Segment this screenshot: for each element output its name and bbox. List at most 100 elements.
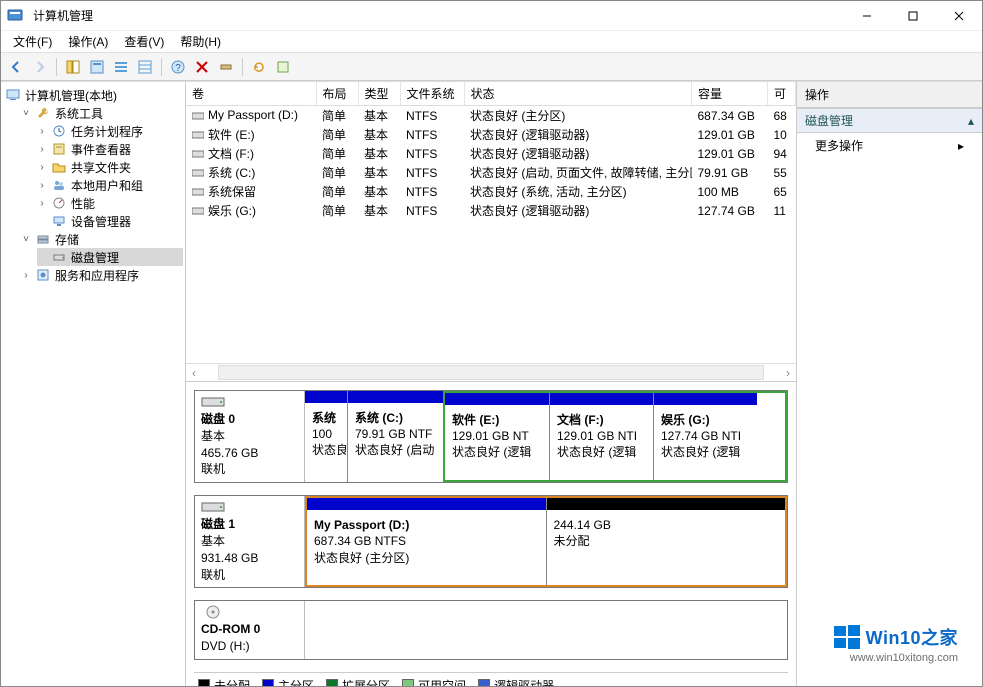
actions-section[interactable]: 磁盘管理 ▴ (797, 108, 982, 133)
vol-name: 系统保留 (208, 183, 256, 200)
menu-view[interactable]: 查看(V) (116, 31, 172, 52)
col-volume[interactable]: 卷 (186, 82, 316, 106)
help-button[interactable]: ? (167, 56, 189, 78)
disk-1-row[interactable]: 磁盘 1 基本 931.48 GB 联机 My Passport (D:)687… (194, 495, 788, 588)
storage-icon (35, 231, 51, 247)
col-status[interactable]: 状态 (464, 82, 692, 106)
volume-table[interactable]: 卷 布局 类型 文件系统 状态 容量 可 My Passport (D:)简单基… (186, 82, 796, 220)
vol-type: 基本 (358, 144, 400, 163)
expand-icon[interactable]: › (37, 198, 47, 208)
legend-unalloc: 未分配 (214, 677, 250, 686)
maximize-button[interactable] (890, 1, 936, 31)
menu-action[interactable]: 操作(A) (60, 31, 116, 52)
expand-icon[interactable]: › (21, 270, 31, 280)
partition[interactable]: My Passport (D:)687.34 GB NTFS状态良好 (主分区) (307, 498, 546, 585)
tree-root-label: 计算机管理(本地) (25, 87, 117, 104)
vol-status: 状态良好 (逻辑驱动器) (464, 144, 692, 163)
vol-free: 94 (768, 144, 796, 163)
refresh-button[interactable] (248, 56, 270, 78)
disk-graphical-pane[interactable]: 磁盘 0 基本 465.76 GB 联机 系统100状态良系统 (C:)79.9… (186, 382, 796, 686)
table-row[interactable]: 系统保留简单基本NTFS状态良好 (系统, 活动, 主分区)100 MB65 (186, 182, 796, 201)
tree-label: 服务和应用程序 (55, 267, 139, 284)
vol-fs: NTFS (400, 144, 464, 163)
tree-pane[interactable]: 计算机管理(本地) ˅ 系统工具 › 任务计划程序 (1, 82, 186, 686)
legend-primary: 主分区 (278, 677, 314, 686)
tree-task-scheduler[interactable]: › 任务计划程序 (37, 122, 183, 140)
nav-forward-button[interactable] (29, 56, 51, 78)
actions-pane: 操作 磁盘管理 ▴ 更多操作 ▸ (797, 82, 982, 686)
tree-device-manager[interactable]: 设备管理器 (37, 212, 183, 230)
show-hide-tree-button[interactable] (62, 56, 84, 78)
volume-hscroll[interactable]: ‹ › (186, 363, 796, 381)
actions-more[interactable]: 更多操作 ▸ (797, 133, 982, 158)
cdrom-row[interactable]: CD-ROM 0 DVD (H:) (194, 600, 788, 660)
tree-label: 任务计划程序 (71, 123, 143, 140)
partition[interactable]: 系统100状态良 (305, 391, 347, 482)
table-row[interactable]: 文档 (F:)简单基本NTFS状态良好 (逻辑驱动器)129.01 GB94 (186, 144, 796, 163)
event-icon (51, 141, 67, 157)
tree-storage[interactable]: ˅ 存储 (21, 230, 183, 248)
vol-layout: 简单 (316, 163, 358, 182)
vol-layout: 简单 (316, 201, 358, 220)
properties-button[interactable] (86, 56, 108, 78)
vol-status: 状态良好 (主分区) (464, 106, 692, 126)
nav-back-button[interactable] (5, 56, 27, 78)
close-button[interactable] (936, 1, 982, 31)
vol-free: 11 (768, 201, 796, 220)
vol-name: 系统 (C:) (208, 164, 255, 181)
tree-system-tools[interactable]: ˅ 系统工具 (21, 104, 183, 122)
actions-section-label: 磁盘管理 (805, 112, 853, 129)
vol-fs: NTFS (400, 125, 464, 144)
delete-button[interactable] (191, 56, 213, 78)
table-row[interactable]: My Passport (D:)简单基本NTFS状态良好 (主分区)687.34… (186, 106, 796, 126)
tree-services-apps[interactable]: › 服务和应用程序 (21, 266, 183, 284)
tree-shared-folders[interactable]: › 共享文件夹 (37, 158, 183, 176)
menu-help[interactable]: 帮助(H) (172, 31, 229, 52)
partition[interactable]: 文档 (F:)129.01 GB NTI状态良好 (逻辑 (549, 393, 653, 480)
table-row[interactable]: 软件 (E:)简单基本NTFS状态良好 (逻辑驱动器)129.01 GB10 (186, 125, 796, 144)
tree-root[interactable]: 计算机管理(本地) (5, 86, 183, 104)
scroll-left-icon[interactable]: ‹ (186, 365, 202, 380)
col-type[interactable]: 类型 (358, 82, 400, 106)
rescan-button[interactable] (272, 56, 294, 78)
tree-event-viewer[interactable]: › 事件查看器 (37, 140, 183, 158)
view-list-button[interactable] (110, 56, 132, 78)
expand-icon[interactable]: › (37, 180, 47, 190)
legend-free: 可用空间 (418, 677, 466, 686)
col-capacity[interactable]: 容量 (692, 82, 768, 106)
tree-performance[interactable]: ›性能 (37, 194, 183, 212)
vol-status: 状态良好 (系统, 活动, 主分区) (464, 182, 692, 201)
settings-button[interactable] (215, 56, 237, 78)
vol-status: 状态良好 (启动, 页面文件, 故障转储, 主分区) (464, 163, 692, 182)
menu-file[interactable]: 文件(F) (5, 31, 60, 52)
expand-icon[interactable]: › (37, 162, 47, 172)
table-row[interactable]: 系统 (C:)简单基本NTFS状态良好 (启动, 页面文件, 故障转储, 主分区… (186, 163, 796, 182)
legend-logical: 逻辑驱动器 (494, 677, 554, 686)
col-layout[interactable]: 布局 (316, 82, 358, 106)
view-detail-button[interactable] (134, 56, 156, 78)
tree-label: 共享文件夹 (71, 159, 131, 176)
expand-icon[interactable]: › (37, 126, 47, 136)
scroll-right-icon[interactable]: › (780, 365, 796, 380)
tree-label: 存储 (55, 231, 79, 248)
col-fs[interactable]: 文件系统 (400, 82, 464, 106)
vol-fs: NTFS (400, 163, 464, 182)
minimize-button[interactable] (844, 1, 890, 31)
cdrom-label: CD-ROM 0 DVD (H:) (195, 601, 305, 659)
partition[interactable]: 娱乐 (G:)127.74 GB NTI状态良好 (逻辑 (653, 393, 757, 480)
tree-label: 事件查看器 (71, 141, 131, 158)
disk-icon (201, 500, 225, 514)
partition[interactable]: 系统 (C:)79.91 GB NTF状态良好 (启动 (347, 391, 443, 482)
expand-icon[interactable]: › (37, 144, 47, 154)
collapse-icon[interactable]: ˅ (21, 234, 31, 244)
tree-disk-management[interactable]: 磁盘管理 (37, 248, 183, 266)
partition[interactable]: 软件 (E:)129.01 GB NT状态良好 (逻辑 (445, 393, 549, 480)
disk-0-row[interactable]: 磁盘 0 基本 465.76 GB 联机 系统100状态良系统 (C:)79.9… (194, 390, 788, 483)
partition[interactable]: 244.14 GB未分配 (546, 498, 786, 585)
collapse-icon[interactable]: ˅ (21, 108, 31, 118)
table-row[interactable]: 娱乐 (G:)简单基本NTFS状态良好 (逻辑驱动器)127.74 GB11 (186, 201, 796, 220)
tree-local-users[interactable]: ›本地用户和组 (37, 176, 183, 194)
folder-share-icon (51, 159, 67, 175)
cdrom-title: CD-ROM 0 (201, 621, 298, 638)
col-free[interactable]: 可 (768, 82, 796, 106)
